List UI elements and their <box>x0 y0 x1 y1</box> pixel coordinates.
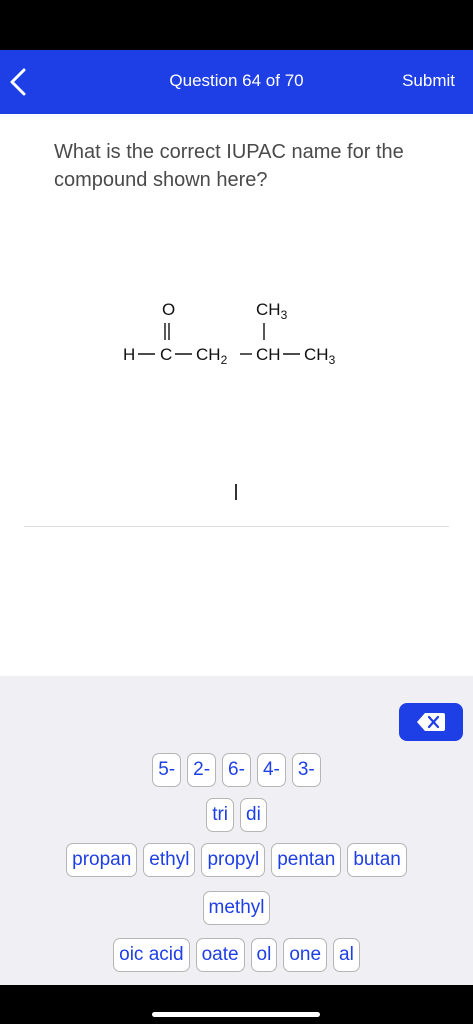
delete-button[interactable] <box>399 703 463 741</box>
key-row-substituents: methyl <box>0 891 473 925</box>
key-propyl[interactable]: propyl <box>201 843 266 877</box>
hydrogen-label: H <box>123 345 135 364</box>
key-2[interactable]: 2- <box>187 753 217 787</box>
methyl-substituent: CH3 <box>256 300 288 322</box>
home-area <box>0 985 473 1024</box>
key-butan[interactable]: butan <box>347 843 407 877</box>
key-row-locants: 5- 2- 6- 4- 3- <box>0 753 473 787</box>
submit-button[interactable]: Submit <box>402 71 455 91</box>
chemical-structure: O CH3 H C CH2 CH CH3 <box>123 300 336 367</box>
key-row-multipliers: tri di <box>0 798 473 832</box>
key-di[interactable]: di <box>240 798 267 832</box>
key-4[interactable]: 4- <box>256 753 286 787</box>
key-one[interactable]: one <box>283 938 328 972</box>
key-methyl[interactable]: methyl <box>202 891 271 925</box>
key-oate[interactable]: oate <box>195 938 245 972</box>
key-ol[interactable]: ol <box>250 938 278 972</box>
key-5[interactable]: 5- <box>152 753 182 787</box>
text-cursor <box>235 484 237 500</box>
status-bar <box>0 0 473 50</box>
key-ethyl[interactable]: ethyl <box>143 843 196 877</box>
backspace-icon <box>417 713 445 731</box>
key-row-stems: propan ethyl propyl pentan butan <box>0 843 473 877</box>
key-tri[interactable]: tri <box>206 798 235 832</box>
oxygen-label: O <box>162 300 175 319</box>
key-oic-acid[interactable]: oic acid <box>113 938 190 972</box>
key-propan[interactable]: propan <box>66 843 138 877</box>
key-al[interactable]: al <box>333 938 360 972</box>
carbonyl-carbon-label: C <box>160 345 172 364</box>
key-6[interactable]: 6- <box>222 753 251 787</box>
key-3[interactable]: 3- <box>291 753 321 787</box>
question-text: What is the correct IUPAC name for the c… <box>54 141 404 191</box>
home-indicator[interactable] <box>152 1012 320 1017</box>
nav-bar: Question 64 of 70 Submit <box>0 50 473 114</box>
ch-group: CH <box>256 345 281 364</box>
answer-keyboard: 5- 2- 6- 4- 3- tri di propan ethyl propy… <box>0 676 473 985</box>
key-pentan[interactable]: pentan <box>271 843 342 877</box>
ch3-group: CH3 <box>304 345 336 367</box>
ch2-group: CH2 <box>196 345 228 367</box>
key-row-suffixes: oic acid oate ol one al <box>0 938 473 972</box>
question-area: What is the correct IUPAC name for the c… <box>0 114 473 676</box>
answer-divider <box>24 526 449 527</box>
